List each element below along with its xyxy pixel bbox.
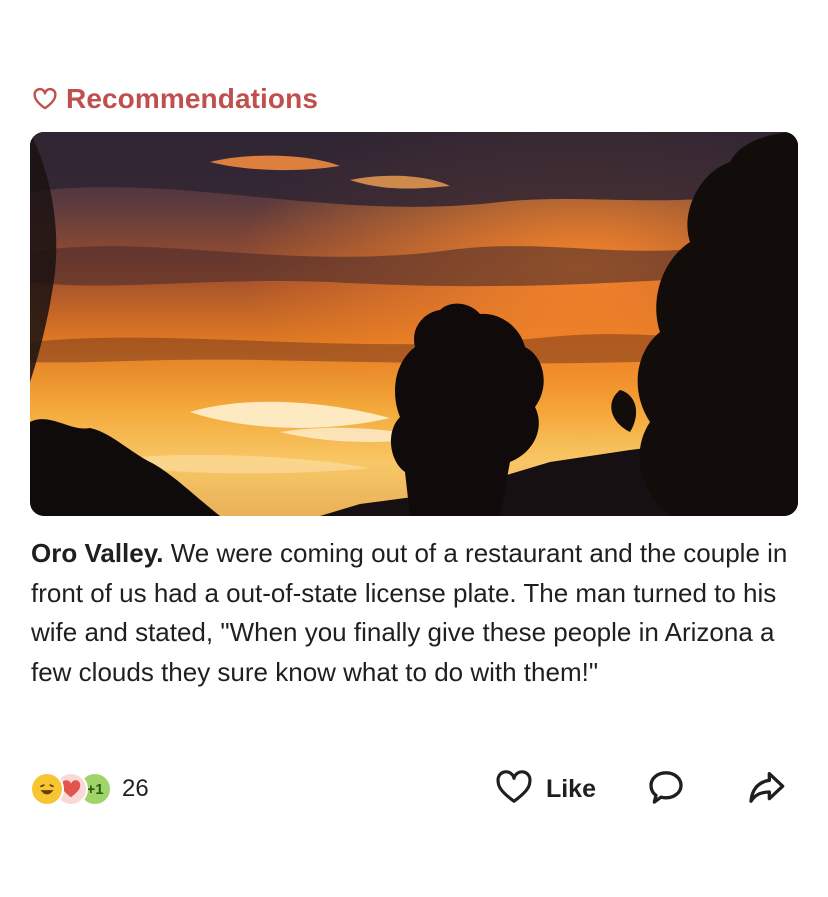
- heart-outline-icon: [32, 86, 58, 112]
- share-arrow-icon: [746, 767, 786, 812]
- heart-outline-icon: [494, 768, 534, 811]
- comment-button[interactable]: [646, 767, 686, 812]
- speech-bubble-icon: [646, 767, 686, 812]
- reactions-summary[interactable]: +1 26: [30, 772, 149, 806]
- post-photo[interactable]: [30, 132, 798, 516]
- like-button[interactable]: Like: [494, 768, 596, 811]
- laughing-face-icon: [30, 772, 64, 806]
- share-button[interactable]: [746, 767, 786, 812]
- reaction-count: 26: [122, 775, 149, 802]
- post-place[interactable]: Oro Valley.: [31, 538, 163, 568]
- sunset-photo: [30, 132, 798, 516]
- like-label: Like: [545, 774, 596, 803]
- section-title: Recommendations: [66, 83, 318, 114]
- post-footer: +1 26 Like: [30, 766, 798, 812]
- post-text: Oro Valley. We were coming out of a rest…: [31, 534, 801, 692]
- section-header: Recommendations: [32, 82, 318, 116]
